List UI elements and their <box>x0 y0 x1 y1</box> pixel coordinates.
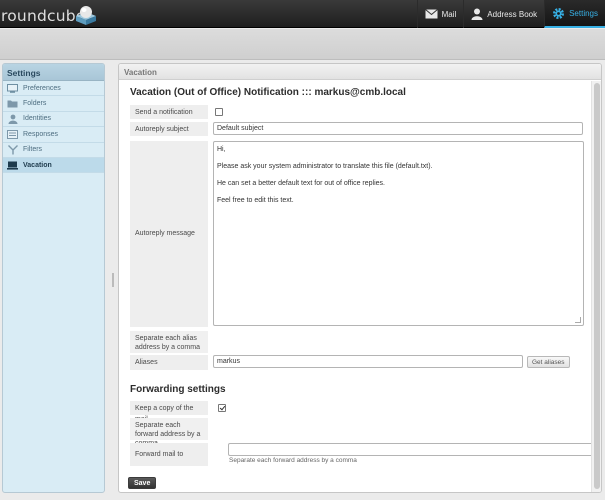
logo-text: roundcube <box>1 7 86 25</box>
main-nav: Mail Address Book Settings <box>416 0 605 28</box>
send-notification-row: Send a notification <box>130 103 593 119</box>
sidebar-item-label: Preferences <box>23 84 61 92</box>
send-notification-label: Send a notification <box>130 105 208 119</box>
panel-splitter[interactable] <box>111 63 115 493</box>
autoreply-subject-row: Autoreply subject Default subject <box>130 121 593 137</box>
autoreply-message-textarea[interactable]: Hi, Please ask your system administrator… <box>213 141 584 326</box>
responses-icon <box>7 129 18 139</box>
panel-scrollbar[interactable] <box>591 81 601 492</box>
sidebar-item-vacation[interactable]: Vacation <box>3 157 104 174</box>
autoreply-subject-input[interactable]: Default subject <box>213 122 583 135</box>
nav-address-book[interactable]: Address Book <box>463 0 544 28</box>
keep-copy-label: Keep a copy of the mail <box>130 401 208 423</box>
autoreply-message-label: Autoreply message <box>130 141 208 327</box>
nav-settings[interactable]: Settings <box>544 0 605 28</box>
gear-icon <box>553 7 565 19</box>
forwarding-title: Forwarding settings <box>130 384 226 395</box>
forward-note: Separate each forward address by a comma <box>130 418 208 447</box>
keep-copy-checkbox[interactable] <box>218 404 226 412</box>
folder-icon <box>7 99 18 109</box>
sidebar-item-label: Vacation <box>23 161 52 169</box>
sidebar-item-preferences[interactable]: Preferences <box>3 81 104 97</box>
toolbar-strip <box>0 29 605 60</box>
vacation-icon <box>7 160 18 170</box>
person-icon <box>471 8 483 20</box>
send-notification-checkbox[interactable] <box>215 108 223 116</box>
panel-header: Vacation <box>119 64 601 80</box>
forward-to-label: Forward mail to <box>130 443 208 466</box>
nav-mail-label: Mail <box>441 9 457 19</box>
resize-grip-icon[interactable] <box>575 317 581 323</box>
scrollbar-thumb[interactable] <box>594 83 600 489</box>
sidebar-item-responses[interactable]: Responses <box>3 127 104 143</box>
sidebar-item-folders[interactable]: Folders <box>3 96 104 112</box>
sidebar-title: Settings <box>3 64 104 81</box>
preferences-icon <box>7 83 18 93</box>
sidebar-item-label: Folders <box>23 100 47 108</box>
message-line: He can set a better default text for out… <box>217 180 385 187</box>
logo-box-icon <box>76 6 96 25</box>
forward-to-input[interactable] <box>228 443 594 456</box>
message-line: Please ask your system administrator to … <box>217 163 433 170</box>
nav-address-book-label: Address Book <box>487 9 538 19</box>
keep-copy-row: Keep a copy of the mail <box>130 400 593 423</box>
vacation-panel: Vacation Vacation (Out of Office) Notifi… <box>118 63 602 493</box>
vacation-form: Vacation (Out of Office) Notification ::… <box>119 81 594 492</box>
sidebar-item-identities[interactable]: Identities <box>3 112 104 128</box>
sidebar-item-label: Identities <box>23 115 52 123</box>
forward-note-row: Separate each forward address by a comma <box>130 418 593 447</box>
autoreply-subject-label: Autoreply subject <box>130 122 208 136</box>
autoreply-message-row: Autoreply message Hi, Please ask your sy… <box>130 139 593 329</box>
sidebar-item-label: Responses <box>23 130 59 138</box>
forward-to-row: Forward mail to Separate each forward ad… <box>130 441 594 467</box>
message-line: Hi, <box>217 146 226 153</box>
message-line: Feel free to edit this text. <box>217 197 294 204</box>
alias-note-row: Separate each alias address by a comma <box>130 331 593 353</box>
identity-icon <box>7 114 18 124</box>
forward-to-hint: Separate each forward address by a comma <box>229 457 357 464</box>
get-aliases-button[interactable]: Get aliases <box>527 356 570 368</box>
aliases-label: Aliases <box>130 355 208 370</box>
aliases-row: Aliases markus Get aliases <box>130 354 593 371</box>
save-button[interactable]: Save <box>128 477 157 489</box>
nav-mail[interactable]: Mail <box>416 0 464 28</box>
top-bar: roundcube Mail Address Book Settings <box>0 0 605 28</box>
nav-settings-label: Settings <box>569 8 598 18</box>
sidebar-item-label: Filters <box>23 146 43 154</box>
sidebar-item-filters[interactable]: Filters <box>3 143 104 158</box>
filter-icon <box>7 144 18 155</box>
aliases-input[interactable]: markus <box>213 355 523 368</box>
alias-note: Separate each alias address by a comma <box>130 331 208 353</box>
page-title: Vacation (Out of Office) Notification ::… <box>130 87 406 98</box>
settings-sidebar: Settings Preferences Folders Identities … <box>2 63 105 493</box>
mail-icon <box>424 9 438 19</box>
